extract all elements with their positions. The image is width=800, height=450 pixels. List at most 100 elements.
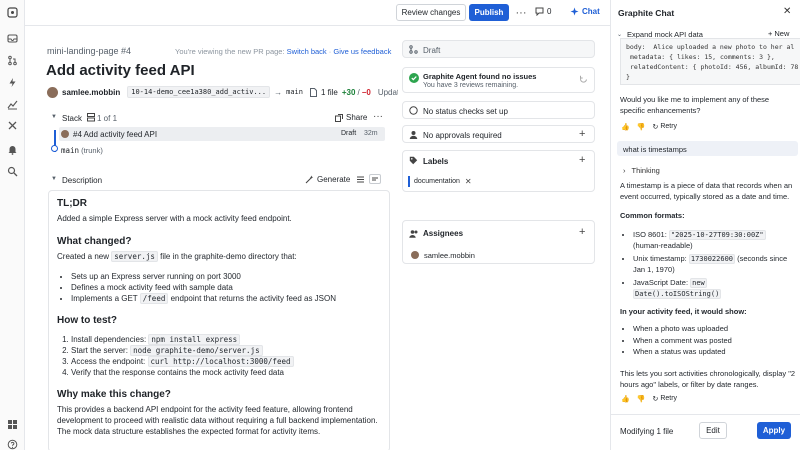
thinking-label: Thinking: [631, 166, 660, 175]
chevron-down-icon[interactable]: ▼: [51, 114, 57, 120]
edit-mode-icon[interactable]: [369, 174, 381, 184]
apply-button[interactable]: Apply: [757, 422, 791, 439]
list-item: Install dependencies: npm install expres…: [71, 334, 381, 345]
page-title: Add activity feed API: [46, 62, 195, 79]
comment-icon: [535, 7, 544, 16]
labels-title: Labels: [423, 157, 449, 166]
help-icon[interactable]: [6, 438, 19, 450]
description-label[interactable]: Description: [62, 176, 102, 185]
thumbs-up-icon[interactable]: 👍: [621, 123, 630, 131]
inbox-icon[interactable]: [6, 32, 19, 45]
retry-button[interactable]: ↻ Retry: [652, 395, 677, 403]
stack-trunk[interactable]: main (trunk): [61, 146, 103, 155]
insights-chart-icon[interactable]: [6, 98, 19, 111]
stack-count: 1 of 1: [97, 114, 118, 123]
stack-item-avatar: [61, 130, 69, 138]
author-name[interactable]: samlee.mobbin: [62, 88, 120, 97]
approvals[interactable]: No approvals required +: [402, 125, 595, 143]
home-icon[interactable]: [6, 6, 19, 19]
tldr-heading: TL;DR: [57, 198, 87, 209]
left-rail: [0, 0, 25, 450]
generate-button[interactable]: Generate: [305, 175, 350, 184]
answer-intro: A timestamp is a piece of data that reco…: [620, 181, 793, 201]
stack-item-title: #4 Add activity feed API: [73, 130, 158, 139]
changed-post: file in the graphite-demo directory that…: [160, 252, 297, 261]
js-code-1: new: [690, 278, 707, 288]
new-chat-button[interactable]: + New: [768, 29, 789, 38]
add-reviewer-icon[interactable]: +: [579, 128, 585, 140]
avatar[interactable]: [47, 86, 58, 98]
pr-meta: samlee.mobbin 10-14-demo_cee1a380_add_ac…: [47, 86, 398, 98]
circle-outline-icon: [409, 106, 418, 115]
notice-text: You're viewing the new PR page:: [175, 47, 285, 56]
share-label: Share: [346, 113, 368, 122]
label-tag[interactable]: documentation ✕: [408, 176, 472, 187]
add-label-icon[interactable]: +: [579, 154, 585, 166]
file-count[interactable]: 1 file: [321, 88, 338, 97]
breadcrumb[interactable]: mini-landing-page #4: [47, 46, 131, 56]
more-actions-icon[interactable]: ···: [514, 4, 528, 21]
remove-label-icon[interactable]: ✕: [465, 177, 472, 186]
assignee-avatar: [411, 251, 419, 259]
assignee-name[interactable]: samlee.mobbin: [424, 251, 475, 260]
list-item: Access the endpoint: curl http://localho…: [71, 356, 381, 367]
add-assignee-icon[interactable]: +: [579, 226, 585, 238]
publish-button[interactable]: Publish: [469, 4, 509, 21]
list-view-icon[interactable]: [356, 175, 365, 184]
changed-heading: What changed?: [57, 236, 132, 247]
switch-back-link[interactable]: Switch back: [287, 47, 327, 56]
status-checks[interactable]: No status checks set up: [402, 101, 595, 119]
users-icon: [409, 229, 419, 238]
feedback-link[interactable]: Give us feedback: [333, 47, 391, 56]
draft-icon: [409, 45, 418, 54]
lightning-icon[interactable]: [6, 76, 19, 89]
file-icon: [309, 87, 317, 97]
pull-request-icon[interactable]: [6, 54, 19, 67]
generate-label: Generate: [317, 175, 351, 184]
list-item: When a comment was posted: [633, 336, 796, 347]
deletions-count: −0: [361, 87, 371, 97]
unix-pre: Unix timestamp:: [633, 254, 687, 263]
branch-name[interactable]: 10-14-demo_cee1a380_add_activ...: [127, 86, 271, 98]
plus-icon: +: [768, 29, 773, 38]
chevron-down-icon[interactable]: ⌄: [617, 31, 622, 38]
list-item: JavaScript Date: newDate().toISOString(): [633, 278, 796, 299]
top-bar: Review changes Publish ··· 0 Chat: [25, 0, 610, 26]
approvals-label: No approvals required: [423, 131, 502, 140]
refresh-icon[interactable]: [579, 75, 588, 84]
thumbs-up-icon[interactable]: 👍: [621, 395, 630, 403]
chevron-down-icon[interactable]: ▼: [51, 176, 57, 182]
bullet3-pre: Implements a GET: [71, 294, 138, 303]
chat-toggle-button[interactable]: Chat: [570, 7, 600, 16]
agent-subtitle: You have 3 reviews remaining.: [423, 82, 519, 89]
notifications-bell-icon[interactable]: [6, 143, 19, 156]
assignees-section: Assignees + samlee.mobbin: [402, 220, 595, 264]
list-item: Sets up an Express server running on por…: [71, 271, 381, 282]
iso-code: "2025-10-27T09:30:00Z": [668, 230, 766, 240]
search-icon[interactable]: [6, 165, 19, 178]
arrow-right-icon: →: [274, 87, 283, 97]
share-button[interactable]: Share: [335, 113, 367, 122]
close-icon[interactable]: ✕: [783, 6, 791, 17]
assignees-title: Assignees: [423, 229, 464, 238]
pr-main: mini-landing-page #4 You're viewing the …: [25, 26, 398, 450]
changed-code: server.js: [111, 251, 158, 262]
apps-grid-icon[interactable]: [6, 418, 19, 431]
comment-count[interactable]: 0: [535, 7, 551, 16]
step1-code: npm install express: [148, 334, 241, 345]
merge-queue-icon[interactable]: [6, 119, 19, 132]
stack-label[interactable]: Stack: [62, 114, 82, 123]
thumbs-down-icon[interactable]: 👎: [637, 395, 646, 403]
thumbs-down-icon[interactable]: 👎: [637, 123, 646, 131]
review-changes-button[interactable]: Review changes: [396, 4, 466, 21]
thinking-toggle[interactable]: › Thinking: [623, 166, 660, 175]
edit-button[interactable]: Edit: [699, 422, 727, 439]
changed-list: Sets up an Express server running on por…: [57, 271, 381, 304]
stack-more-icon[interactable]: ···: [373, 111, 383, 122]
retry-button[interactable]: ↻ Retry: [652, 123, 677, 131]
draft-status: Draft: [402, 40, 595, 58]
base-branch[interactable]: main: [286, 88, 303, 96]
stack-item-current[interactable]: #4 Add activity feed API Draft 32m: [59, 127, 385, 141]
agent-review[interactable]: Graphite Agent found no issues You have …: [402, 67, 595, 93]
user-message: what is timestamps: [617, 141, 798, 156]
